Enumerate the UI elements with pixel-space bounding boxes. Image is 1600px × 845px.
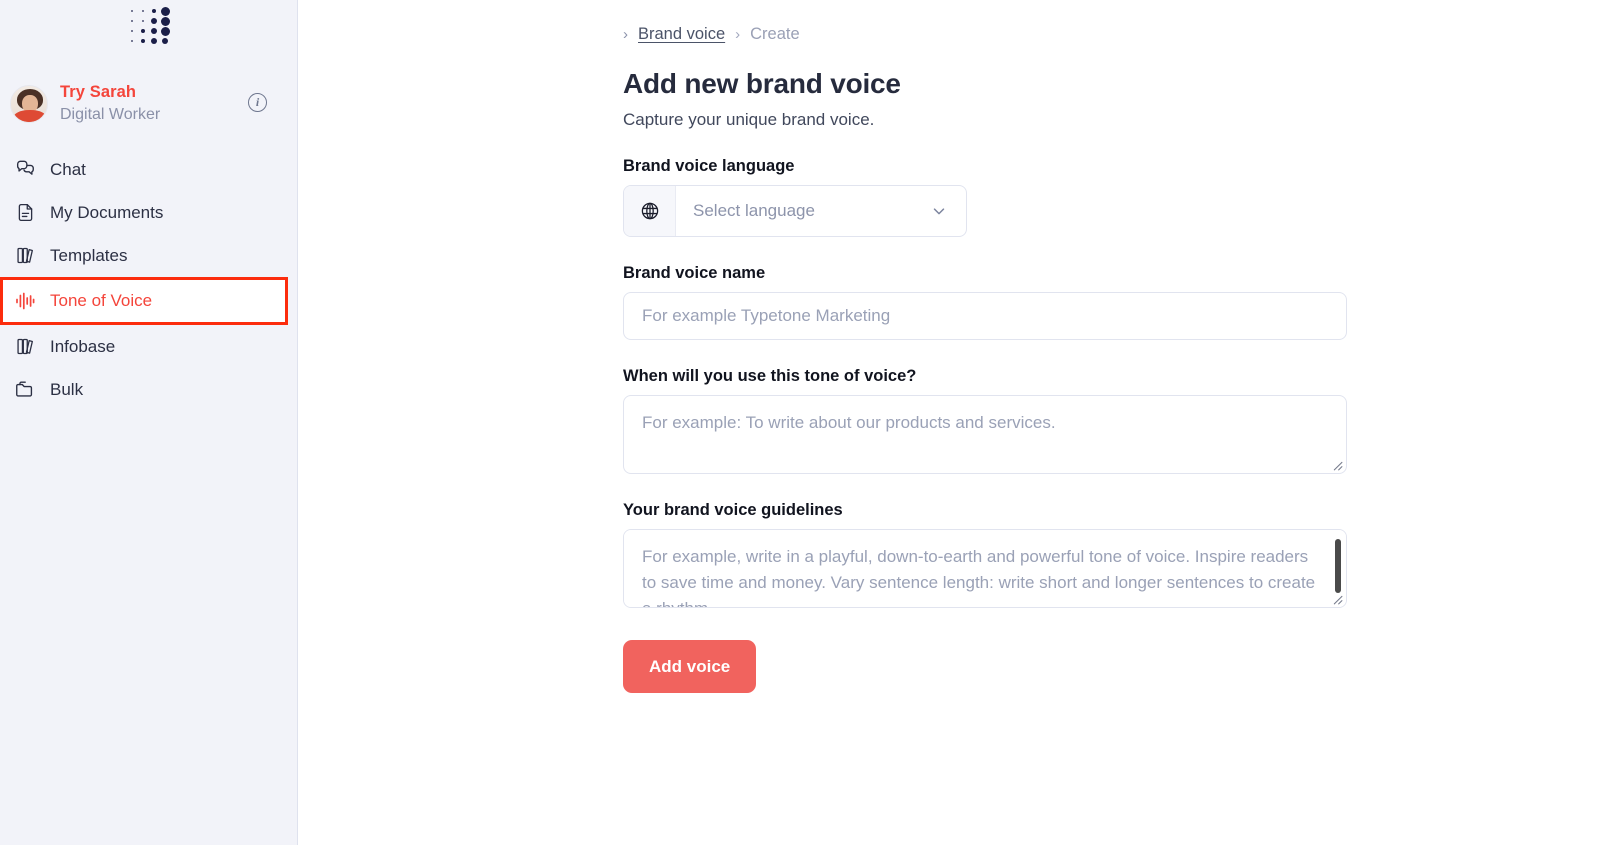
waveform-icon xyxy=(12,288,38,314)
profile-role: Digital Worker xyxy=(60,106,161,124)
language-select-value: Select language xyxy=(693,201,815,220)
sidebar-item-label: Infobase xyxy=(50,336,116,356)
add-voice-button[interactable]: Add voice xyxy=(623,640,757,693)
sidebar-item-infobase[interactable]: Infobase xyxy=(0,325,297,368)
sidebar-item-label: Bulk xyxy=(50,379,84,399)
profile-text: Try Sarah Digital Worker xyxy=(60,82,160,126)
app-root: Try Sarah Digital Worker i Chat My Docum… xyxy=(0,0,1600,845)
breadcrumb: › Brand voice › Create xyxy=(623,20,1600,48)
language-select[interactable]: Select language xyxy=(623,185,967,237)
profile-name: Try Sarah xyxy=(60,83,137,102)
usecase-textarea-wrap xyxy=(623,395,1347,474)
sidebar-nav: Chat My Documents Templates Tone of Voic… xyxy=(0,148,297,411)
main-content: › Brand voice › Create Add new brand voi… xyxy=(298,0,1600,845)
chevron-right-icon: › xyxy=(735,25,741,43)
document-icon xyxy=(12,200,38,226)
books-icon xyxy=(12,243,38,269)
sidebar-item-tone-of-voice[interactable]: Tone of Voice xyxy=(0,277,288,325)
folder-icon xyxy=(12,377,38,403)
books-icon xyxy=(12,334,38,360)
guidelines-label: Your brand voice guidelines xyxy=(623,501,843,519)
field-usecase: When will you use this tone of voice? xyxy=(623,367,1600,474)
brand-voice-name-input[interactable] xyxy=(623,292,1347,340)
page-subtitle: Capture your unique brand voice. xyxy=(623,110,875,129)
guidelines-scrollbar-thumb[interactable] xyxy=(1335,539,1341,593)
globe-icon xyxy=(624,186,676,236)
chevron-down-icon xyxy=(930,202,966,220)
usecase-label: When will you use this tone of voice? xyxy=(623,367,917,385)
guidelines-textarea[interactable] xyxy=(623,529,1347,608)
name-label: Brand voice name xyxy=(623,264,766,282)
sidebar: Try Sarah Digital Worker i Chat My Docum… xyxy=(0,0,298,845)
chevron-right-icon: › xyxy=(623,25,628,43)
user-profile[interactable]: Try Sarah Digital Worker i xyxy=(0,76,297,132)
sidebar-item-my-documents[interactable]: My Documents xyxy=(0,191,297,234)
chat-bubbles-icon xyxy=(12,157,38,183)
field-brand-voice-language: Brand voice language Select language xyxy=(623,157,1600,237)
sidebar-item-templates[interactable]: Templates xyxy=(0,234,297,277)
sidebar-item-label: Chat xyxy=(50,159,86,179)
field-guidelines: Your brand voice guidelines xyxy=(623,501,1600,608)
sidebar-item-chat[interactable]: Chat xyxy=(0,148,297,191)
language-label: Brand voice language xyxy=(623,157,795,175)
usecase-textarea[interactable] xyxy=(623,395,1347,474)
app-logo[interactable] xyxy=(0,0,297,46)
sidebar-item-label: Tone of Voice xyxy=(50,291,153,310)
sidebar-item-label: My Documents xyxy=(50,202,164,222)
sidebar-item-bulk[interactable]: Bulk xyxy=(0,368,297,411)
field-brand-voice-name: Brand voice name xyxy=(623,264,1600,340)
avatar xyxy=(10,85,48,123)
info-circle-icon[interactable]: i xyxy=(248,93,267,112)
breadcrumb-current: Create xyxy=(750,24,800,43)
typetone-dot-grid-logo xyxy=(127,6,171,46)
sidebar-item-label: Templates xyxy=(50,245,128,265)
breadcrumb-parent-link[interactable]: Brand voice xyxy=(638,25,725,44)
guidelines-textarea-wrap xyxy=(623,529,1347,608)
page-title: Add new brand voice xyxy=(623,68,901,99)
